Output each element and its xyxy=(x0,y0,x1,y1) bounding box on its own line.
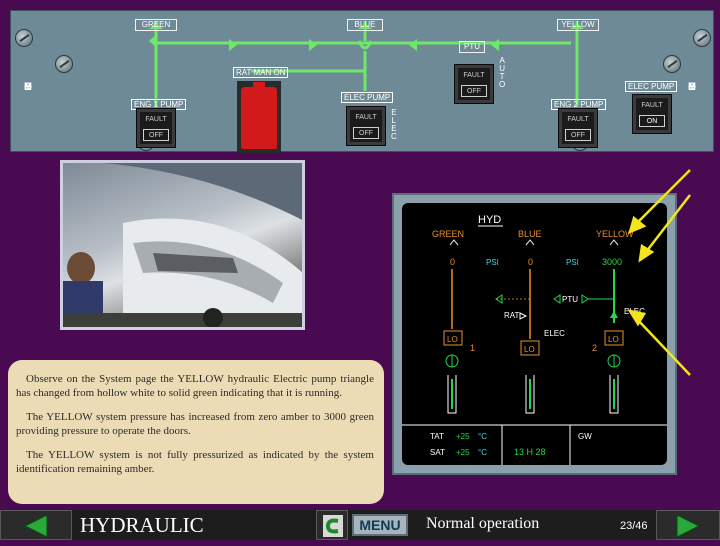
ecam-tat-label: TAT xyxy=(430,432,444,441)
hydraulic-overhead-panel: H Y D H Y D GREEN BLUE YELLOW PTU AUTO F… xyxy=(10,10,714,153)
explanation-paragraph: The YELLOW system pressure has increased… xyxy=(16,411,374,437)
yellow-elec-pump-triangle-icon xyxy=(610,311,618,318)
rat-triangle-icon xyxy=(519,312,528,320)
ecam-blue-system-label: BLUE xyxy=(518,229,542,239)
explanation-paragraph: The YELLOW system is not fully pressuriz… xyxy=(16,449,374,475)
ecam-time: 13 H 28 xyxy=(514,447,546,457)
ecam-gw-label: GW xyxy=(578,432,592,441)
blue-elec-pump-label: ELEC PUMP xyxy=(341,92,394,103)
ecam-yellow-system-label: YELLOW xyxy=(596,229,634,239)
ecam-yellow-lo: LO xyxy=(608,335,619,344)
next-arrow-icon xyxy=(676,514,701,538)
ecam-green-system-label: GREEN xyxy=(432,229,464,239)
elec-vertical-label: ELEC xyxy=(391,108,397,141)
explanation-paragraph: Observe on the System page the YELLOW hy… xyxy=(16,373,374,399)
ecam-hyd-schematic: HYD GREEN BLUE YELLOW 0 0 PSI PSI 3000 P… xyxy=(402,214,667,465)
navigation-bar: HYDRAULIC MENU Normal operation 23/46 xyxy=(0,510,720,540)
yellow-system-label: YELLOW xyxy=(557,19,599,31)
ecam-elec-yellow-label: ELEC xyxy=(624,307,645,316)
ecam-tat-unit: °C xyxy=(478,432,487,441)
ecam-rat-label: RAT xyxy=(504,311,520,320)
blue-system-label: BLUE xyxy=(347,19,383,31)
eng1-pump-pushbutton[interactable]: FAULT OFF xyxy=(137,109,175,147)
ecam-engine-1-label: 1 xyxy=(470,343,475,353)
yellow-elec-pump-label: ELEC PUMP xyxy=(625,81,678,92)
ecam-yellow-pressure: 3000 xyxy=(602,257,622,267)
ecam-green-pressure: 0 xyxy=(450,257,455,267)
green-system-label: GREEN xyxy=(135,19,177,31)
ecam-tat-value: +25 xyxy=(456,432,470,441)
ptu-right-arrow-icon xyxy=(581,294,589,304)
photo-illustration xyxy=(63,163,302,327)
next-button[interactable] xyxy=(656,510,720,540)
ecam-blue-lo: LO xyxy=(524,345,535,354)
ecam-elec-blue-label: ELEC xyxy=(544,329,565,338)
ecam-psi-label-left: PSI xyxy=(486,258,499,267)
blue-elec-pump-pushbutton[interactable]: FAULT OFF xyxy=(347,107,385,145)
explanation-text-box: Observe on the System page the YELLOW hy… xyxy=(8,360,384,504)
page-counter: 23/46 xyxy=(620,520,648,532)
return-button[interactable] xyxy=(316,510,348,540)
ecam-psi-label-right: PSI xyxy=(566,258,579,267)
eng2-pump-pushbutton[interactable]: FAULT OFF xyxy=(559,109,597,147)
yellow-elec-pump-pushbutton[interactable]: FAULT ON xyxy=(633,95,671,133)
ecam-sat-label: SAT xyxy=(430,448,445,457)
ptu-label: PTU xyxy=(459,41,485,53)
back-arrow-icon xyxy=(23,514,48,538)
ecam-ptu-label: PTU xyxy=(562,295,578,304)
back-button[interactable] xyxy=(0,510,72,540)
ecam-blue-pressure: 0 xyxy=(528,257,533,267)
ecam-sat-unit: °C xyxy=(478,448,487,457)
ecam-engine-2-label: 2 xyxy=(592,343,597,353)
course-title: HYDRAULIC xyxy=(80,513,204,537)
ecam-green-lo: LO xyxy=(447,335,458,344)
auto-label: AUTO xyxy=(499,56,506,89)
rat-man-on-label: RAT MAN ON xyxy=(233,67,289,78)
screen-title: Normal operation xyxy=(426,515,540,532)
ecam-hyd-page: HYD GREEN BLUE YELLOW 0 0 PSI PSI 3000 P… xyxy=(402,203,667,465)
cargo-door-photo xyxy=(60,160,305,330)
ecam-title: HYD xyxy=(478,214,501,226)
menu-button[interactable]: MENU xyxy=(352,514,408,536)
ptu-mid-arrow-icon xyxy=(553,294,561,304)
ecam-sat-value: +25 xyxy=(456,448,470,457)
ptu-pushbutton[interactable]: FAULT OFF xyxy=(455,65,493,103)
ecam-display-frame: HYD GREEN BLUE YELLOW 0 0 PSI PSI 3000 P… xyxy=(392,193,677,475)
return-icon xyxy=(323,515,343,537)
rat-man-on-guarded-button[interactable] xyxy=(237,81,281,153)
